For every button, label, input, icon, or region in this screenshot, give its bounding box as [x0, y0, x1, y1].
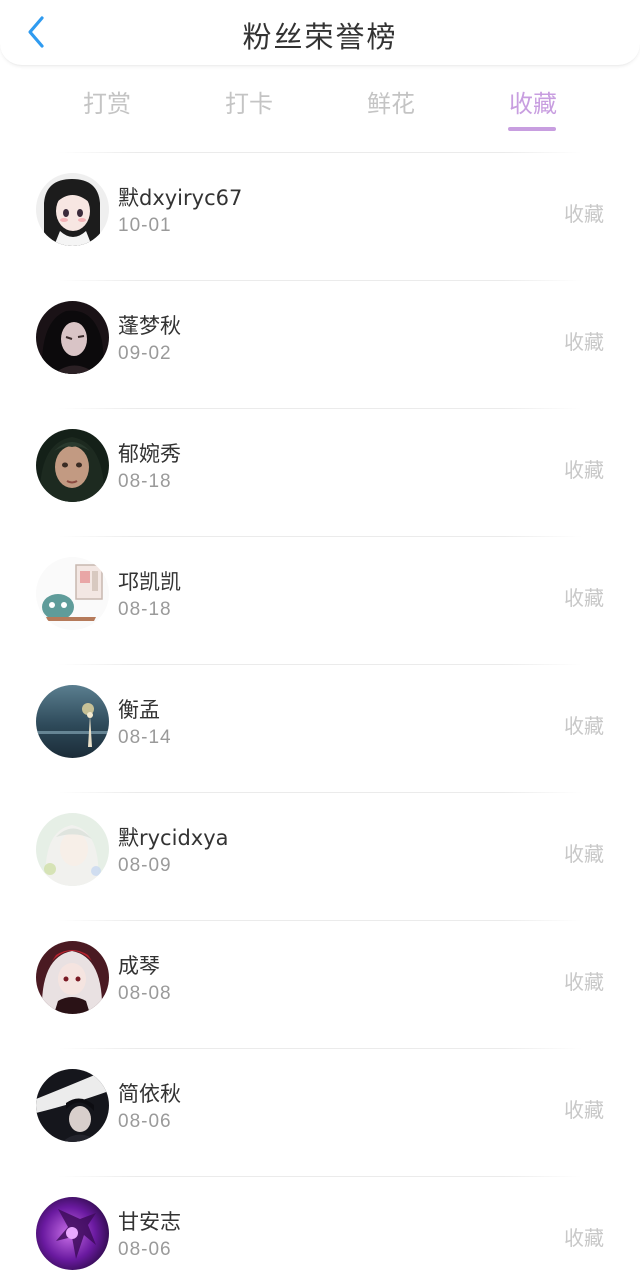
fan-action: 收藏	[564, 1226, 604, 1250]
tab-bar: 打赏 打卡 鲜花 收藏	[0, 70, 640, 142]
fan-name: 成琴	[118, 954, 160, 978]
avatar[interactable]	[36, 1069, 109, 1142]
fan-date: 08-09	[118, 855, 172, 876]
fan-name: 邛凯凯	[118, 570, 181, 594]
divider	[58, 152, 582, 153]
avatar[interactable]	[36, 557, 109, 630]
fan-list: 默dxyiryc67 10-01 收藏 蓬梦秋 09-02 收藏 郁婉秀 08-…	[0, 152, 640, 1288]
fan-name: 简依秋	[118, 1082, 181, 1106]
list-item[interactable]: 默rycidxya 08-09 收藏	[0, 792, 640, 920]
fan-name: 蓬梦秋	[118, 314, 181, 338]
fan-name: 衡孟	[118, 698, 160, 722]
fan-name: 甘安志	[118, 1210, 181, 1234]
avatar[interactable]	[36, 301, 109, 374]
divider	[58, 920, 582, 921]
list-item[interactable]: 简依秋 08-06 收藏	[0, 1048, 640, 1176]
fan-name: 默dxyiryc67	[118, 186, 243, 210]
avatar[interactable]	[36, 941, 109, 1014]
divider	[58, 280, 582, 281]
fan-action: 收藏	[564, 1098, 604, 1122]
fan-date: 08-18	[118, 599, 172, 620]
fan-action: 收藏	[564, 714, 604, 738]
fan-date: 08-06	[118, 1239, 172, 1260]
tab-favorites[interactable]: 收藏	[478, 84, 588, 131]
fan-action: 收藏	[564, 458, 604, 482]
fan-date: 10-01	[118, 215, 172, 236]
fan-date: 08-08	[118, 983, 172, 1004]
avatar[interactable]	[36, 173, 109, 246]
fan-action: 收藏	[564, 202, 604, 226]
list-item[interactable]: 衡孟 08-14 收藏	[0, 664, 640, 792]
fan-date: 09-02	[118, 343, 172, 364]
list-item[interactable]: 甘安志 08-06 收藏	[0, 1176, 640, 1288]
divider	[58, 536, 582, 537]
fan-action: 收藏	[564, 586, 604, 610]
fan-action: 收藏	[564, 842, 604, 866]
tab-flowers[interactable]: 鲜花	[336, 84, 446, 119]
tab-checkin[interactable]: 打卡	[194, 84, 304, 119]
fan-name: 郁婉秀	[118, 442, 181, 466]
fan-name: 默rycidxya	[118, 826, 229, 850]
divider	[58, 664, 582, 665]
divider	[58, 1048, 582, 1049]
page-title: 粉丝荣誉榜	[242, 20, 398, 54]
fan-date: 08-06	[118, 1111, 172, 1132]
list-item[interactable]: 邛凯凯 08-18 收藏	[0, 536, 640, 664]
list-item[interactable]: 成琴 08-08 收藏	[0, 920, 640, 1048]
avatar[interactable]	[36, 685, 109, 758]
tab-tip[interactable]: 打赏	[52, 84, 162, 119]
avatar[interactable]	[36, 429, 109, 502]
fan-action: 收藏	[564, 970, 604, 994]
list-item[interactable]: 蓬梦秋 09-02 收藏	[0, 280, 640, 408]
divider	[58, 408, 582, 409]
divider	[58, 792, 582, 793]
avatar[interactable]	[36, 1197, 109, 1270]
fan-date: 08-14	[118, 727, 172, 748]
list-item[interactable]: 郁婉秀 08-18 收藏	[0, 408, 640, 536]
fan-action: 收藏	[564, 330, 604, 354]
active-tab-indicator	[508, 127, 556, 131]
list-item[interactable]: 默dxyiryc67 10-01 收藏	[0, 152, 640, 280]
top-bar: 粉丝荣誉榜	[0, 0, 640, 66]
fan-date: 08-18	[118, 471, 172, 492]
avatar[interactable]	[36, 813, 109, 886]
tab-favorites-label: 收藏	[509, 90, 557, 118]
divider	[58, 1176, 582, 1177]
